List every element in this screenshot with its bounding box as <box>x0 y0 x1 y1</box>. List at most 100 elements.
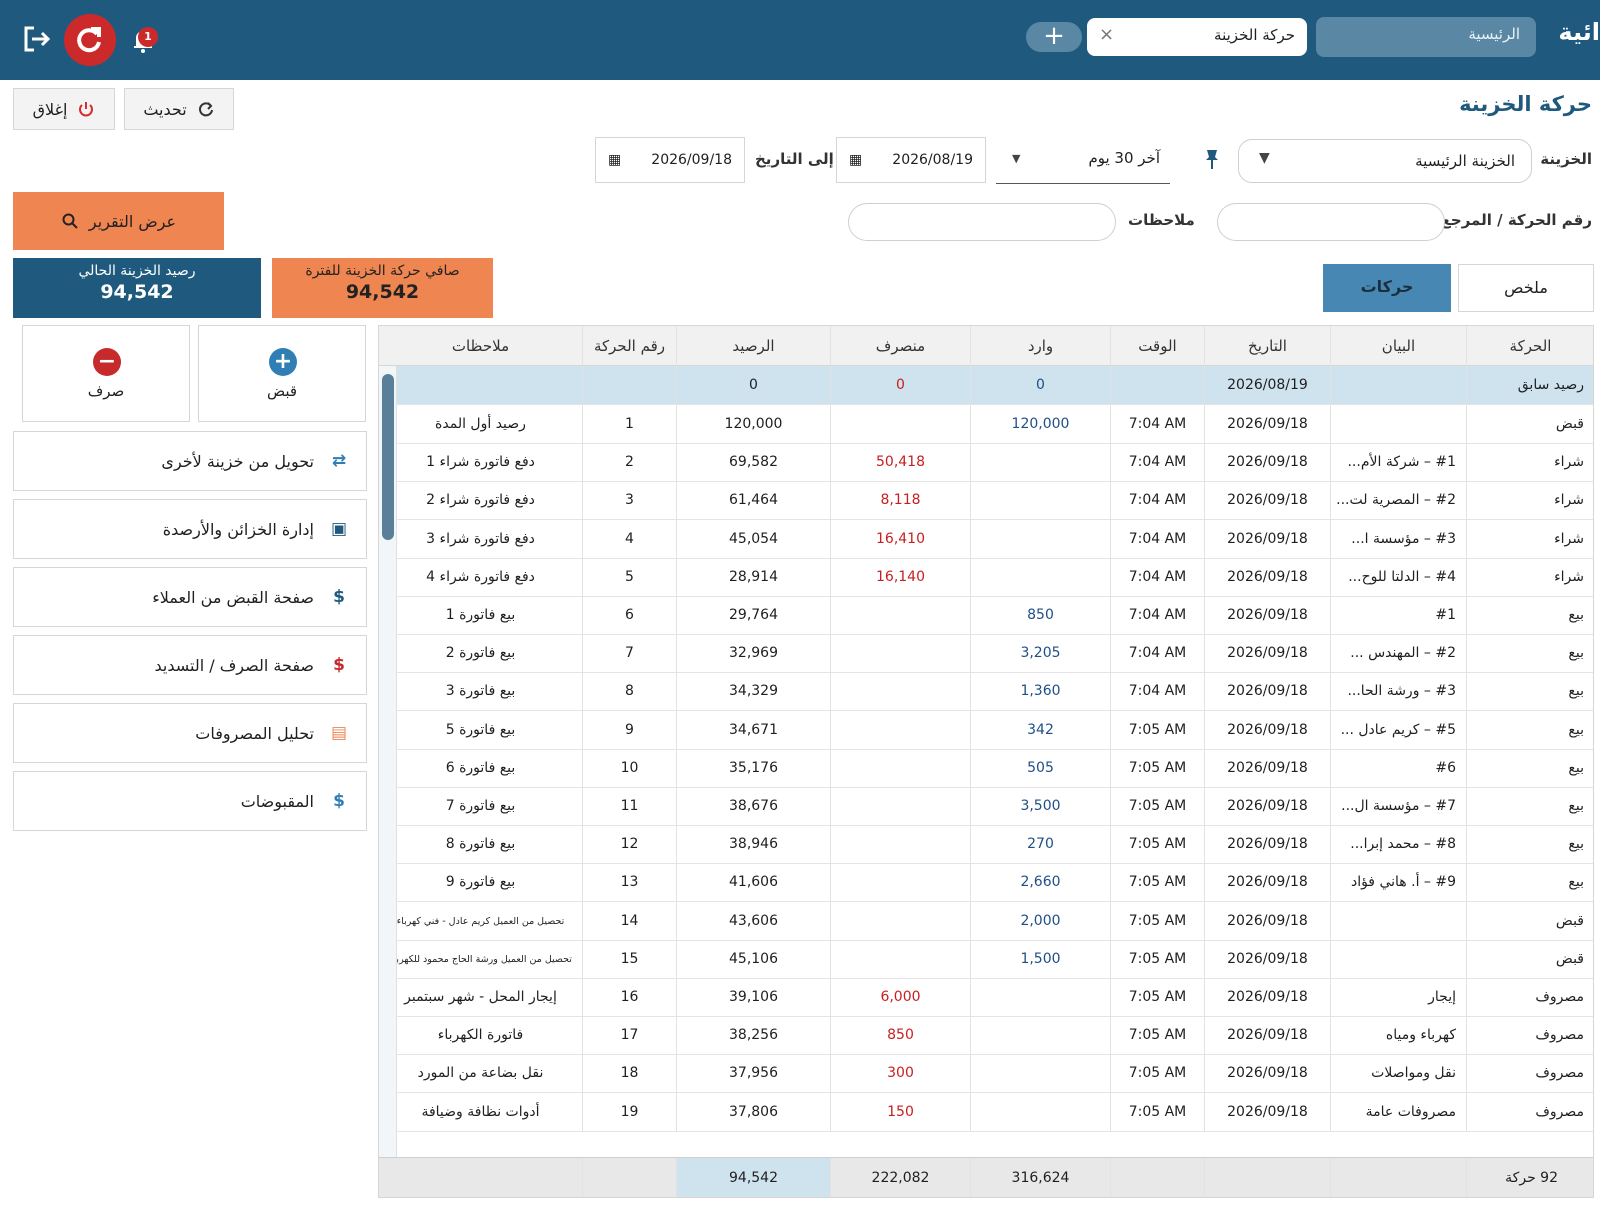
column-header[interactable]: الحركة <box>1467 326 1593 366</box>
cell-number: 14 <box>583 901 677 941</box>
period-select[interactable]: آخر 30 يوم ▼ <box>996 140 1170 184</box>
cell-balance: 32,969 <box>677 634 831 674</box>
link-label: تحويل من خزينة لأخرى <box>161 451 314 471</box>
cell-notes: بيع فاتورة 3 <box>379 672 583 712</box>
cell-time: 7:04 AM <box>1111 405 1205 444</box>
movements-view-button[interactable]: حركات <box>1323 264 1451 312</box>
close-tab-icon[interactable]: × <box>1099 24 1114 45</box>
cell-date: 2026/09/18 <box>1205 1016 1331 1056</box>
summary-view-button[interactable]: ملخص <box>1458 264 1594 312</box>
cell-notes: بيع فاتورة 1 <box>379 596 583 635</box>
tab-home[interactable]: الرئيسية <box>1316 17 1536 57</box>
cell-description: #4 – الدلتا للوح... <box>1331 557 1467 597</box>
cell-out <box>831 710 971 750</box>
table-row[interactable]: قبض 2026/09/18 7:05 AM 2,000 43,606 14 تحصيل م… <box>379 901 1593 941</box>
close-button[interactable]: إغلاق <box>13 88 115 130</box>
cell-balance: 37,806 <box>677 1092 831 1132</box>
table-row[interactable]: مصروف إيجار 2026/09/18 7:05 AM 6,000 39,106 16… <box>379 978 1593 1017</box>
receive-label: قبض <box>266 382 298 400</box>
footer-empty <box>379 1158 583 1197</box>
pay-button[interactable]: − صرف <box>22 325 190 422</box>
report-icon: ▤ <box>330 723 348 743</box>
table-row[interactable]: بيع #2 – المهندس ... 2026/09/18 7:04 AM 3,20… <box>379 634 1593 674</box>
table-row[interactable]: مصروف نقل ومواصلات 2026/09/18 7:05 AM 300 37,… <box>379 1054 1593 1094</box>
link-payments[interactable]: $ صفحة الصرف / التسديد <box>13 635 367 695</box>
current-balance-card: رصيد الخزينة الحالي 94,542 <box>13 258 261 318</box>
table-row[interactable]: بيع #3 – ورشة الحا... 2026/09/18 7:04 AM 1,3… <box>379 672 1593 712</box>
link-transfer-treasury[interactable]: ⇄ تحويل من خزينة لأخرى <box>13 431 367 491</box>
to-date-field[interactable]: ▦ 2026/09/18 <box>595 137 745 183</box>
cell-in <box>971 1016 1111 1056</box>
table-row[interactable]: بيع #6 2026/09/18 7:05 AM 505 35,176 10 بيع فات… <box>379 748 1593 788</box>
pin-icon[interactable] <box>1203 148 1221 170</box>
cell-number: 11 <box>583 787 677 826</box>
reload-icon <box>77 27 101 53</box>
cell-type: بيع <box>1467 596 1593 635</box>
table-row[interactable]: بيع #5 – كريم عادل ... 2026/09/18 7:05 AM 34… <box>379 710 1593 750</box>
reference-input[interactable] <box>1217 203 1445 241</box>
cell-notes: دفع فاتورة شراء 1 <box>379 443 583 483</box>
table-row[interactable]: شراء #4 – الدلتا للوح... 2026/09/18 7:04 AM… <box>379 557 1593 597</box>
cell-in: 270 <box>971 825 1111 865</box>
cell-number: 18 <box>583 1054 677 1094</box>
movements-table: الحركة البيان التاريخ الوقت وارد منصرف ا… <box>378 325 1594 1198</box>
refresh-button-label: تحديث <box>143 99 187 119</box>
table-row[interactable]: قبض 2026/09/18 7:04 AM 120,000 120,000 1 رصيد … <box>379 405 1593 444</box>
cell-number: 4 <box>583 519 677 559</box>
receive-button[interactable]: + قبض <box>198 325 366 422</box>
new-tab-button[interactable]: + <box>1026 22 1082 52</box>
column-header[interactable]: الرصيد <box>677 326 831 366</box>
refresh-button[interactable]: تحديث <box>124 88 234 130</box>
column-header[interactable]: التاريخ <box>1205 326 1331 366</box>
table-row[interactable]: مصروف مصروفات عامة 2026/09/18 7:05 AM 150 37,… <box>379 1092 1593 1132</box>
table-row[interactable]: شراء #3 – مؤسسة ا... 2026/09/18 7:04 AM 16,4… <box>379 519 1593 559</box>
logout-icon[interactable] <box>20 22 54 56</box>
scrollbar-thumb[interactable] <box>382 374 394 540</box>
cell-balance: 45,054 <box>677 519 831 559</box>
table-row[interactable]: قبض 2026/09/18 7:05 AM 1,500 45,106 15 تحصيل م… <box>379 939 1593 979</box>
notes-input[interactable] <box>848 203 1116 241</box>
cell-description: #9 – أ. هاني فؤاد <box>1331 863 1467 903</box>
link-customer-receipts[interactable]: $ صفحة القبض من العملاء <box>13 567 367 627</box>
table-row[interactable]: بيع #1 2026/09/18 7:04 AM 850 29,764 6 بيع فاتو… <box>379 596 1593 635</box>
table-row[interactable]: شراء #2 – المصرية لت... 2026/09/18 7:04 AM 8… <box>379 481 1593 521</box>
table-header: الحركة البيان التاريخ الوقت وارد منصرف ا… <box>379 326 1593 366</box>
app-brand: ائية <box>1560 18 1600 46</box>
show-report-button[interactable]: عرض التقرير <box>13 192 224 250</box>
cell-type: مصروف <box>1467 1016 1593 1055</box>
cell-balance: 38,946 <box>677 825 831 865</box>
cell-description <box>1331 901 1467 941</box>
column-header[interactable]: ملاحظات <box>379 326 583 366</box>
table-row[interactable]: بيع #8 – محمد إبرا... 2026/09/18 7:05 AM 270… <box>379 825 1593 865</box>
table-row[interactable]: بيع #7 – مؤسسة ال... 2026/09/18 7:05 AM 3,50… <box>379 787 1593 826</box>
table-row[interactable]: رصيد سابق 2026/08/19 0 0 0 <box>379 366 1593 405</box>
link-manage-treasuries[interactable]: ▣ إدارة الخزائن والأرصدة <box>13 499 367 559</box>
column-header[interactable]: البيان <box>1331 326 1467 366</box>
to-date-label: إلى التاريخ <box>755 150 834 168</box>
tab-treasury-movement[interactable]: حركة الخزينة × <box>1087 18 1307 56</box>
link-receipts[interactable]: $ المقبوضات <box>13 771 367 831</box>
table-row[interactable]: شراء #1 – شركة الأم... 2026/09/18 7:04 AM 50… <box>379 443 1593 483</box>
link-label: صفحة القبض من العملاء <box>152 587 314 607</box>
cell-out <box>831 939 971 979</box>
cell-out: 300 <box>831 1054 971 1094</box>
cell-time: 7:05 AM <box>1111 939 1205 979</box>
from-date-field[interactable]: ▦ 2026/08/19 <box>836 137 986 183</box>
column-header[interactable]: رقم الحركة <box>583 326 677 366</box>
cell-type: بيع <box>1467 749 1593 788</box>
column-header[interactable]: وارد <box>971 326 1111 366</box>
table-row[interactable]: بيع #9 – أ. هاني فؤاد 2026/09/18 7:05 AM 2,6… <box>379 863 1593 903</box>
link-expense-analysis[interactable]: ▤ تحليل المصروفات <box>13 703 367 763</box>
cell-description: مصروفات عامة <box>1331 1092 1467 1132</box>
cell-in: 3,500 <box>971 787 1111 826</box>
cell-notes: أدوات نظافة وضيافة <box>379 1092 583 1132</box>
reload-button[interactable] <box>64 14 116 66</box>
cell-description: #5 – كريم عادل ... <box>1331 710 1467 750</box>
table-row[interactable]: مصروف كهرباء ومياه 2026/09/18 7:05 AM 850 38,… <box>379 1016 1593 1056</box>
cell-in: 0 <box>971 366 1111 405</box>
cell-number: 7 <box>583 634 677 674</box>
treasury-select[interactable]: الخزينة الرئيسية ▼ <box>1238 139 1532 183</box>
calendar-icon: ▦ <box>849 152 863 168</box>
column-header[interactable]: الوقت <box>1111 326 1205 366</box>
column-header[interactable]: منصرف <box>831 326 971 366</box>
